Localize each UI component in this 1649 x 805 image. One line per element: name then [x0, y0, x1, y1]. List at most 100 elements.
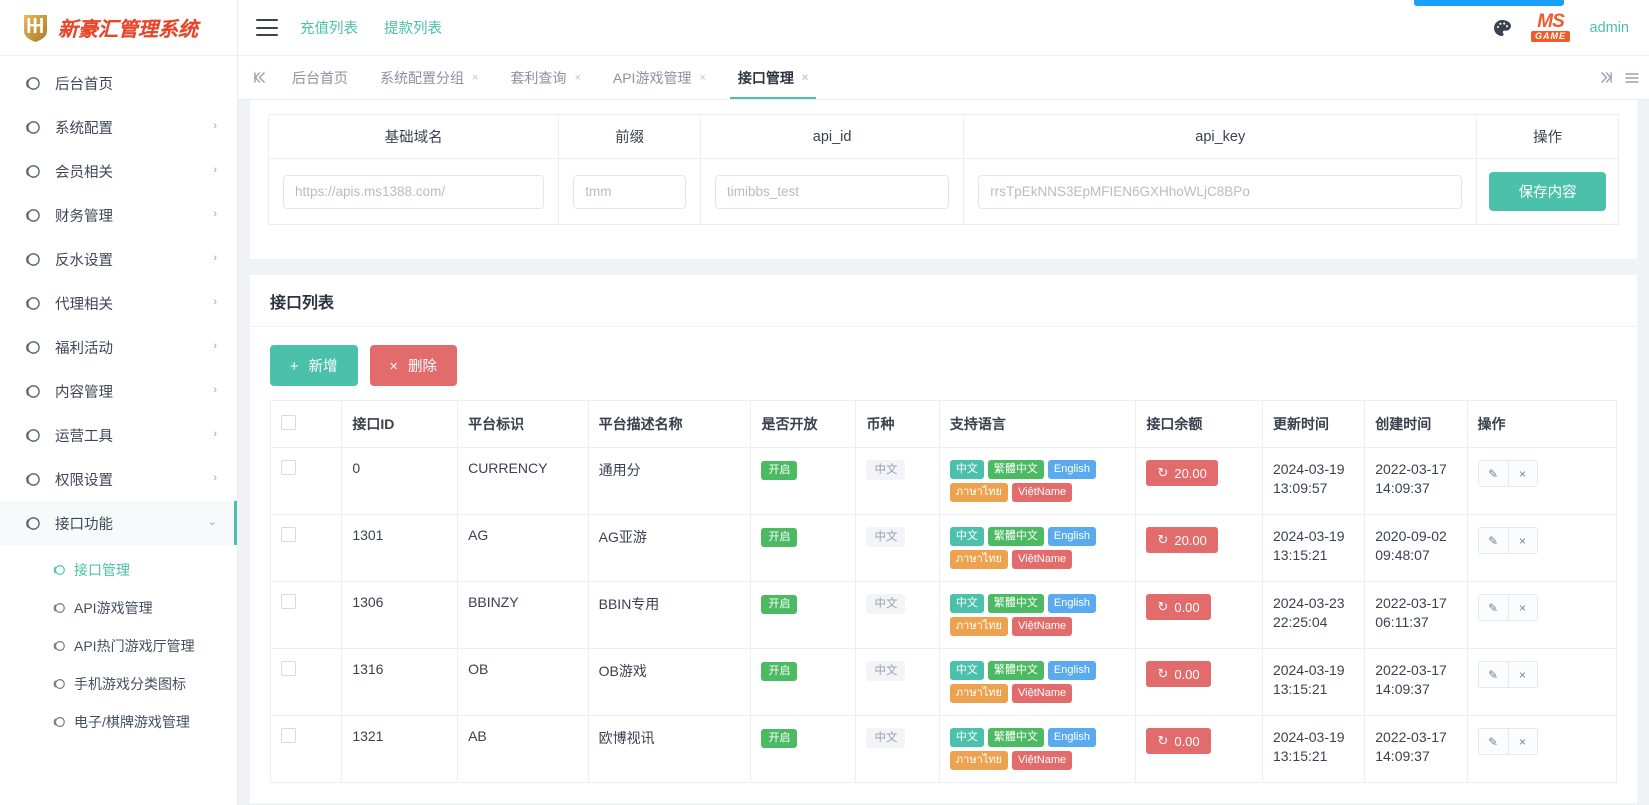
tab-api-game-management[interactable]: API游戏管理 ×	[597, 56, 722, 99]
add-button[interactable]: + 新增	[270, 345, 358, 386]
table-row[interactable]: 1301 AG AG亚游 开启 中文 中文 繁體中文 English ภาษาไ…	[269, 514, 1618, 582]
config-col-action: 操作	[1476, 114, 1619, 159]
table-row[interactable]: 1306 BBINZY BBIN专用 开启 中文 中文 繁體中文 English	[269, 581, 1618, 649]
app-root: 新豪汇管理系统 后台首页 系统配置 › 会员相关 › 财务管理 › 反水设置 ›…	[0, 0, 1649, 805]
sidebar-item-interface-function[interactable]: 接口功能 ⌄	[0, 501, 237, 545]
language-tag: 繁體中文	[987, 460, 1044, 479]
edit-icon[interactable]: ✎	[1478, 461, 1508, 486]
close-icon[interactable]: ×	[1507, 662, 1537, 687]
palette-icon[interactable]	[1492, 18, 1512, 38]
language-tag: ViệtName	[1012, 751, 1073, 770]
delete-button[interactable]: × 删除	[369, 345, 457, 386]
balance-refresh-badge[interactable]: ↻ 0.00	[1146, 661, 1211, 687]
sidebar-subitem-interface-management[interactable]: 接口管理	[0, 551, 237, 589]
chevron-right-icon: ›	[213, 251, 217, 264]
sidebar-item-member[interactable]: 会员相关 ›	[0, 149, 237, 193]
refresh-icon: ↻	[1157, 532, 1169, 547]
col-interface-id: 接口ID	[341, 400, 459, 448]
tab-label: API游戏管理	[612, 69, 692, 86]
close-icon[interactable]: ×	[1507, 595, 1537, 620]
table-row[interactable]: 1316 OB OB游戏 开启 中文 中文 繁體中文 English ภาษาไ…	[269, 648, 1618, 716]
close-icon[interactable]: ×	[1507, 461, 1537, 486]
balance-refresh-badge[interactable]: ↻ 20.00	[1146, 527, 1218, 553]
sidebar-subitem-api-hot-hall-management[interactable]: API热门游戏厅管理	[0, 627, 237, 665]
circle-icon	[24, 515, 41, 532]
hamburger-icon[interactable]	[256, 19, 278, 36]
close-icon[interactable]: ×	[1507, 729, 1537, 754]
refresh-icon: ↻	[1157, 465, 1169, 480]
ms-logo-top: MS	[1537, 10, 1564, 32]
skip-forward-icon[interactable]	[1600, 72, 1613, 83]
tab-arbitrage-query[interactable]: 套利查询 ×	[494, 56, 596, 99]
close-icon[interactable]: ×	[574, 72, 580, 84]
close-icon[interactable]: ×	[802, 72, 808, 84]
api-key-input[interactable]	[978, 174, 1463, 209]
api-id-input[interactable]	[715, 174, 950, 209]
edit-icon[interactable]: ✎	[1478, 595, 1508, 620]
sidebar-subitem-mobile-game-category-icon[interactable]: 手机游戏分类图标	[0, 665, 237, 703]
admin-user-label[interactable]: admin	[1590, 20, 1630, 36]
cell-update-time: 2024-03-23 22:25:04	[1261, 581, 1366, 649]
balance-refresh-badge[interactable]: ↻ 20.00	[1146, 460, 1218, 486]
tab-backend-home[interactable]: 后台首页	[276, 56, 364, 99]
sidebar-item-label: 权限设置	[55, 472, 113, 489]
sidebar-item-permissions[interactable]: 权限设置 ›	[0, 457, 237, 501]
row-checkbox[interactable]	[281, 594, 296, 609]
sidebar-item-label: 运营工具	[55, 428, 113, 445]
quicklink-deposit-list[interactable]: 充值列表	[300, 17, 358, 38]
sidebar-item-operation-tools[interactable]: 运营工具 ›	[0, 413, 237, 457]
row-action-group: ✎ ×	[1477, 527, 1538, 554]
close-icon[interactable]: ×	[472, 72, 478, 84]
edit-icon[interactable]: ✎	[1478, 729, 1508, 754]
sidebar-subitem-slot-chess-game-management[interactable]: 电子/棋牌游戏管理	[0, 703, 237, 741]
table-row[interactable]: 1321 AB 欧博视讯 开启 中文 中文 繁體中文 English ภาษาไ…	[269, 715, 1618, 783]
cell-open-status: 开启	[750, 648, 857, 716]
cell-languages: 中文 繁體中文 English ภาษาไทย ViệtName	[938, 581, 1137, 649]
sidebar-item-welfare[interactable]: 福利活动 ›	[0, 325, 237, 369]
sidebar-item-rebate[interactable]: 反水设置 ›	[0, 237, 237, 281]
language-tag: English	[1047, 527, 1096, 546]
brand-logo[interactable]: 新豪汇管理系统	[0, 0, 237, 56]
currency-badge: 中文	[866, 460, 906, 480]
list-toolbar: + 新增 × 删除	[250, 327, 1637, 400]
cell-create-time: 2022-03-17 06:11:37	[1364, 581, 1468, 649]
sidebar-subitem-api-game-management[interactable]: API游戏管理	[0, 589, 237, 627]
cell-balance: ↻ 0.00	[1135, 581, 1263, 649]
row-checkbox[interactable]	[281, 661, 296, 676]
cell-update-time: 2024-03-19 13:15:21	[1261, 715, 1366, 783]
close-icon[interactable]: ×	[699, 72, 705, 84]
sidebar-item-system-config[interactable]: 系统配置 ›	[0, 105, 237, 149]
row-checkbox[interactable]	[281, 728, 296, 743]
cell-currency: 中文	[855, 715, 940, 783]
balance-value: 0.00	[1174, 599, 1200, 615]
balance-refresh-badge[interactable]: ↻ 0.00	[1146, 728, 1211, 754]
sidebar-item-content[interactable]: 内容管理 ›	[0, 369, 237, 413]
refresh-icon: ↻	[1157, 666, 1169, 681]
cell-platform-name: AG亚游	[587, 514, 752, 582]
chevron-right-icon: ›	[213, 427, 217, 440]
edit-icon[interactable]: ✎	[1478, 662, 1508, 687]
row-checkbox[interactable]	[281, 460, 296, 475]
sidebar-item-finance[interactable]: 财务管理 ›	[0, 193, 237, 237]
balance-refresh-badge[interactable]: ↻ 0.00	[1146, 594, 1211, 620]
tab-system-config-group[interactable]: 系统配置分组 ×	[364, 56, 494, 99]
base-domain-input[interactable]	[283, 174, 545, 209]
skip-backward-icon[interactable]	[242, 56, 276, 99]
chevron-right-icon: ›	[213, 119, 217, 132]
close-icon[interactable]: ×	[1507, 528, 1537, 553]
sidebar-item-agent[interactable]: 代理相关 ›	[0, 281, 237, 325]
cell-platform-code: AG	[457, 514, 589, 582]
save-content-button[interactable]: 保存内容	[1489, 172, 1606, 211]
table-row[interactable]: 0 CURRENCY 通用分 开启 中文 中文 繁體中文 English ภาษ…	[269, 447, 1618, 515]
brand-title: 新豪汇管理系统	[58, 13, 198, 42]
edit-icon[interactable]: ✎	[1478, 528, 1508, 553]
sidebar-item-home[interactable]: 后台首页	[0, 61, 237, 105]
list-menu-icon[interactable]	[1625, 72, 1639, 84]
browser-tab-strip	[1414, 0, 1564, 6]
tab-interface-management[interactable]: 接口管理 ×	[722, 56, 824, 99]
prefix-input[interactable]	[573, 174, 686, 209]
row-checkbox[interactable]	[281, 527, 296, 542]
select-all-checkbox[interactable]	[281, 415, 296, 430]
quicklink-withdraw-list[interactable]: 提款列表	[384, 17, 442, 38]
cell-interface-id: 1321	[341, 715, 459, 783]
